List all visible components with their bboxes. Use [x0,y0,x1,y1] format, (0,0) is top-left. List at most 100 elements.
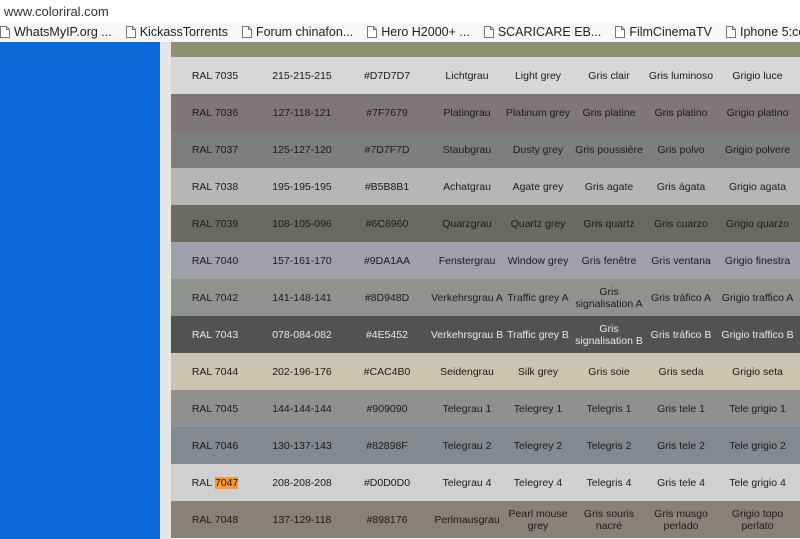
ral-code: RAL 7045 [191,402,239,415]
spanish-name: Gris luminoso [648,69,714,82]
german-name: Telegrau 2 [442,439,492,452]
bookmark-whatsmyip[interactable]: WhatsMyIP.org ... [0,25,112,39]
bookmark-scaricare[interactable]: SCARICARE EB... [483,25,602,39]
german-name: Quarzgrau [442,217,492,230]
english-name: Pearl mouse grey [508,507,568,532]
rgb-value: 078-084-082 [272,328,332,341]
spanish-name: Gris polvo [657,143,705,156]
spanish-name: Gris platino [654,106,708,119]
bookmarks-bar: WhatsMyIP.org ... KickassTorrents Forum … [0,22,800,42]
italian-name: Grigio seta [732,365,783,378]
rgb-value: 202-196-176 [272,365,332,378]
italian-name: Tele grigio 4 [729,476,786,489]
spanish-name: Gris cuarzo [654,217,708,230]
table-row: RAL 7047 208-208-208 #D0D0D0 Telegrau 4 … [171,464,800,501]
german-name: Seidengrau [440,365,494,378]
german-name: Achatgrau [443,180,491,193]
french-name: Telegris 4 [586,476,632,489]
panel-divider [160,42,171,539]
french-name: Gris poussière [575,143,643,156]
left-blue-panel [0,42,160,539]
italian-name: Grigio topo perlato [731,507,784,532]
rgb-value: 208-208-208 [272,476,332,489]
ral-code: RAL 7048 [191,513,239,526]
hex-value: #7F7679 [366,106,408,119]
italian-name: Tele grigio 1 [729,402,786,415]
english-name: Silk grey [517,365,559,378]
rgb-value: 137-129-118 [272,513,332,526]
table-row: RAL 7035 215-215-215 #D7D7D7 Lichtgrau L… [171,57,800,94]
bookmark-hero-h2000[interactable]: Hero H2000+ ... [367,25,470,39]
french-name: Gris signalisation A [575,285,643,310]
search-highlight: 7047 [215,476,239,489]
rgb-value: 195-195-195 [272,180,332,193]
page-icon [241,26,252,38]
address-bar[interactable]: www.coloriral.com [0,0,800,22]
page-icon [0,26,10,38]
hex-value: #9DA1AA [363,254,411,267]
german-name: Verkehrsgrau B [430,328,504,341]
bookmark-filmcinematv[interactable]: FilmCinemaTV [615,25,712,39]
table-row: RAL 7038 195-195-195 #B5B8B1 Achatgrau A… [171,168,800,205]
table-row: RAL 7040 157-161-170 #9DA1AA Fenstergrau… [171,242,800,279]
hex-value: #909090 [366,402,408,415]
italian-name: Tele grigio 2 [729,439,786,452]
ral-code: RAL 7038 [191,180,239,193]
rgb-value: 144-144-144 [272,402,332,415]
ral-code: RAL 7047 [171,464,259,501]
hex-value: #8D948D [364,291,410,304]
italian-name: Grigio traffico A [721,291,794,304]
rgb-value: 127-118-121 [272,106,332,119]
page-icon [367,26,378,38]
english-name: Quartz grey [510,217,566,230]
english-name: Light grey [514,69,562,82]
italian-name: Grigio finestra [724,254,791,267]
rgb-value: 125-127-120 [272,143,332,156]
french-name: Telegris 1 [586,402,632,415]
ral-code: RAL 7044 [191,365,239,378]
english-name: Telegrey 2 [513,439,563,452]
spanish-name: Gris tele 2 [657,439,705,452]
bookmark-label: SCARICARE EB... [497,25,602,39]
ral-code: RAL 7046 [191,439,239,452]
hex-value: #6C6960 [365,217,409,230]
spanish-name: Gris ágata [656,180,706,193]
bookmark-label: FilmCinemaTV [629,25,712,39]
french-name: Gris platine [582,106,636,119]
ral-code: RAL 7042 [191,291,239,304]
ral-code: RAL 7040 [191,254,239,267]
bookmark-kickasstorrents[interactable]: KickassTorrents [125,25,228,39]
table-row: RAL 7043 078-084-082 #4E5452 Verkehrsgra… [171,316,800,353]
hex-value: #CAC4B0 [363,365,411,378]
italian-name: Grigio quarzo [725,217,790,230]
ral-prefix: RAL [191,476,213,489]
rgb-value: 215-215-215 [272,69,332,82]
french-name: Gris signalisation B [575,322,643,347]
ral-code: RAL 7039 [191,217,239,230]
bookmark-forum-chinafon[interactable]: Forum chinafon... [241,25,354,39]
bookmark-iphone5[interactable]: Iphone 5:cover,... [725,25,800,39]
bookmark-label: Forum chinafon... [255,25,354,39]
table-row: RAL 7046 130-137-143 #82898F Telegrau 2 … [171,427,800,464]
english-name: Telegrey 4 [513,476,563,489]
table-row: RAL 7045 144-144-144 #909090 Telegrau 1 … [171,390,800,427]
page-icon [615,26,626,38]
english-name: Traffic grey B [507,328,569,341]
rgb-value: 141-148-141 [272,291,332,304]
bookmark-label: WhatsMyIP.org ... [14,25,112,39]
german-name: Platingrau [443,106,491,119]
table-row: RAL 7042 141-148-141 #8D948D Verkehrsgra… [171,279,800,316]
rgb-value: 157-161-170 [272,254,332,267]
italian-name: Grigio polvere [724,143,791,156]
page-icon [483,26,494,38]
table-row: RAL 7039 108-105-096 #6C6960 Quarzgrau Q… [171,205,800,242]
english-name: Agate grey [512,180,564,193]
url-text[interactable]: www.coloriral.com [0,4,109,19]
table-row: RAL 7036 127-118-121 #7F7679 Platingrau … [171,94,800,131]
hex-value: #D7D7D7 [363,69,411,82]
hex-value: #7D7F7D [364,143,410,156]
italian-name: Grigio luce [732,69,783,82]
german-name: Telegrau 1 [442,402,492,415]
table-row: RAL 7044 202-196-176 #CAC4B0 Seidengrau … [171,353,800,390]
hex-value: #4E5452 [365,328,409,341]
